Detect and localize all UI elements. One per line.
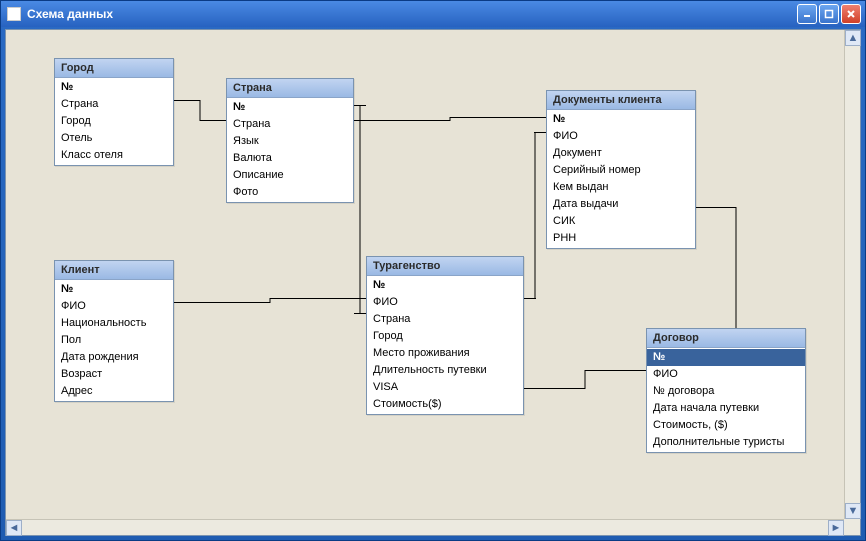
field[interactable]: СИК xyxy=(547,213,695,230)
close-button[interactable] xyxy=(841,4,861,24)
relation-line[interactable] xyxy=(174,101,226,121)
relation-line[interactable] xyxy=(354,118,546,121)
field[interactable]: VISA xyxy=(367,379,523,396)
field[interactable]: № xyxy=(55,281,173,298)
field[interactable]: № xyxy=(227,99,353,116)
field[interactable]: Возраст xyxy=(55,366,173,383)
field[interactable]: № xyxy=(55,79,173,96)
table-body: №ФИОДокументСерийный номерКем выданДата … xyxy=(547,110,695,248)
diagram-canvas[interactable]: Город№СтранаГородОтельКласс отеляСтрана№… xyxy=(6,30,844,519)
field[interactable]: ФИО xyxy=(547,128,695,145)
field[interactable]: Город xyxy=(367,328,523,345)
table-agency[interactable]: Турагенство№ФИОСтранаГородМесто проживан… xyxy=(366,256,524,415)
field[interactable]: Дата выдачи xyxy=(547,196,695,213)
table-city[interactable]: Город№СтранаГородОтельКласс отеля xyxy=(54,58,174,166)
field[interactable]: Национальность xyxy=(55,315,173,332)
field[interactable]: Пол xyxy=(55,332,173,349)
maximize-button[interactable] xyxy=(819,4,839,24)
table-client[interactable]: Клиент№ФИОНациональностьПолДата рождения… xyxy=(54,260,174,402)
field[interactable]: Стоимость, ($) xyxy=(647,417,805,434)
relation-line[interactable] xyxy=(174,299,366,303)
table-title[interactable]: Клиент xyxy=(55,261,173,280)
table-body: №СтранаЯзыкВалютаОписаниеФото xyxy=(227,98,353,202)
field[interactable]: Описание xyxy=(227,167,353,184)
field[interactable]: Класс отеля xyxy=(55,147,173,164)
table-body: №СтранаГородОтельКласс отеля xyxy=(55,78,173,165)
horizontal-scrollbar[interactable]: ◄ ► xyxy=(6,519,844,535)
table-body: №ФИОНациональностьПолДата рожденияВозрас… xyxy=(55,280,173,401)
relation-line[interactable] xyxy=(524,133,546,299)
table-contract[interactable]: Договор№ФИО№ договораДата начала путевки… xyxy=(646,328,806,453)
table-title[interactable]: Турагенство xyxy=(367,257,523,276)
canvas-frame: Город№СтранаГородОтельКласс отеляСтрана№… xyxy=(5,29,861,536)
table-title[interactable]: Страна xyxy=(227,79,353,98)
field[interactable]: № xyxy=(547,111,695,128)
vertical-scrollbar[interactable]: ▲ ▼ xyxy=(844,30,860,519)
field[interactable]: Кем выдан xyxy=(547,179,695,196)
table-body: №ФИОСтранаГородМесто проживанияДлительно… xyxy=(367,276,523,414)
scroll-left-button[interactable]: ◄ xyxy=(6,520,22,536)
titlebar[interactable]: Схема данных xyxy=(1,1,865,27)
field[interactable]: ФИО xyxy=(647,366,805,383)
field[interactable]: Страна xyxy=(55,96,173,113)
field[interactable]: Язык xyxy=(227,133,353,150)
table-body: №ФИО№ договораДата начала путевкиСтоимос… xyxy=(647,348,805,452)
field[interactable]: Валюта xyxy=(227,150,353,167)
table-country[interactable]: Страна№СтранаЯзыкВалютаОписаниеФото xyxy=(226,78,354,203)
field[interactable]: № договора xyxy=(647,383,805,400)
field[interactable]: Фото xyxy=(227,184,353,201)
minimize-button[interactable] xyxy=(797,4,817,24)
field[interactable]: № xyxy=(647,349,805,366)
field[interactable]: Стоимость($) xyxy=(367,396,523,413)
table-title[interactable]: Договор xyxy=(647,329,805,348)
window-icon xyxy=(7,7,21,21)
field[interactable]: № xyxy=(367,277,523,294)
field[interactable]: ФИО xyxy=(55,298,173,315)
field[interactable]: Дата начала путевки xyxy=(647,400,805,417)
window-controls xyxy=(797,4,861,24)
app-window: Схема данных Город№СтранаГородОтельКласс… xyxy=(0,0,866,541)
scroll-down-button[interactable]: ▼ xyxy=(845,503,861,519)
table-docs[interactable]: Документы клиента№ФИОДокументСерийный но… xyxy=(546,90,696,249)
field[interactable]: Город xyxy=(55,113,173,130)
table-title[interactable]: Город xyxy=(55,59,173,78)
relation-line[interactable] xyxy=(524,371,646,389)
relation-line[interactable] xyxy=(354,106,366,314)
scroll-up-button[interactable]: ▲ xyxy=(845,30,861,46)
table-title[interactable]: Документы клиента xyxy=(547,91,695,110)
scroll-corner xyxy=(844,519,860,535)
field[interactable]: Дополнительные туристы xyxy=(647,434,805,451)
field[interactable]: ФИО xyxy=(367,294,523,311)
field[interactable]: Адрес xyxy=(55,383,173,400)
field[interactable]: Отель xyxy=(55,130,173,147)
field[interactable]: РНН xyxy=(547,230,695,247)
scroll-right-button[interactable]: ► xyxy=(828,520,844,536)
window-title: Схема данных xyxy=(27,7,113,21)
field[interactable]: Место проживания xyxy=(367,345,523,362)
field[interactable]: Страна xyxy=(367,311,523,328)
field[interactable]: Серийный номер xyxy=(547,162,695,179)
field[interactable]: Дата рождения xyxy=(55,349,173,366)
field[interactable]: Страна xyxy=(227,116,353,133)
field[interactable]: Документ xyxy=(547,145,695,162)
field[interactable]: Длительность путевки xyxy=(367,362,523,379)
